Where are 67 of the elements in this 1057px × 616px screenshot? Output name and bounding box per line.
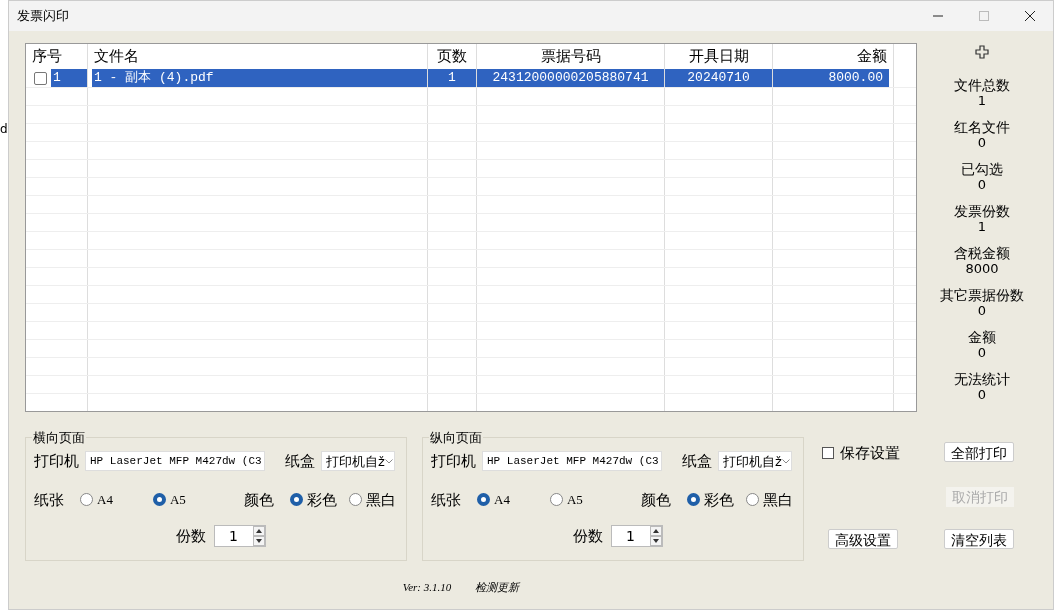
stat-label: 含税金额 xyxy=(954,245,1010,261)
stat-label: 无法统计 xyxy=(954,371,1010,387)
column-header[interactable]: 页数 xyxy=(437,44,467,67)
printer-label: 打印机 xyxy=(431,451,476,472)
tray-label: 纸盒 xyxy=(682,451,712,472)
stat-label: 金额 xyxy=(968,329,996,345)
radio-option[interactable]: 彩色 xyxy=(289,488,337,511)
radio-option[interactable]: A4 xyxy=(477,490,510,510)
printer-dropdown[interactable]: HP LaserJet MFP M427dw (C3: xyxy=(482,451,662,472)
color-label: 颜色 xyxy=(243,489,274,511)
caret-icon xyxy=(781,458,790,464)
stat-value: 0 xyxy=(977,303,987,319)
spinner-arrows-icon[interactable] xyxy=(253,526,265,547)
printer-label: 打印机 xyxy=(34,451,79,472)
color-label: 颜色 xyxy=(640,489,671,511)
table-cell: 1 - 副本 (4).pdf xyxy=(92,69,427,87)
spinner-arrows-icon[interactable] xyxy=(650,526,662,547)
table-cell: 20240710 xyxy=(665,69,772,87)
action-button[interactable]: 清空列表 xyxy=(944,529,1014,549)
column-header[interactable]: 票据号码 xyxy=(540,44,601,67)
stat-value: 0 xyxy=(977,387,987,403)
radio-option[interactable]: A4 xyxy=(80,490,113,510)
radio-option[interactable]: 彩色 xyxy=(686,488,734,511)
stat-value: 0 xyxy=(977,345,987,361)
copies-spinner[interactable]: 1 xyxy=(611,525,663,548)
column-header[interactable]: 序号 xyxy=(32,44,62,67)
radio-option[interactable]: 黑白 xyxy=(348,488,396,511)
column-header[interactable]: 开具日期 xyxy=(688,44,749,67)
save-settings-checkbox[interactable]: 保存设置 xyxy=(822,441,900,465)
table-cell: 24312000000205880741 xyxy=(477,69,664,87)
tray-label: 纸盒 xyxy=(285,451,315,472)
stat-value: 1 xyxy=(977,93,987,109)
printer-dropdown[interactable]: HP LaserJet MFP M427dw (C3: xyxy=(85,451,265,472)
update-link[interactable]: 检测更新 xyxy=(475,579,520,596)
table-cell: 8000.00 xyxy=(773,69,889,87)
paper-label: 纸张 xyxy=(34,489,65,511)
radio-option[interactable]: A5 xyxy=(549,490,583,510)
background-text: d xyxy=(0,122,8,136)
row-checkbox[interactable] xyxy=(34,71,47,85)
copies-label: 份数 xyxy=(573,526,603,547)
copies-spinner[interactable]: 1 xyxy=(214,525,266,548)
stat-label: 其它票据份数 xyxy=(940,287,1024,303)
stat-label: 红名文件 xyxy=(954,119,1010,135)
stat-value: 1 xyxy=(977,219,987,235)
close-icon[interactable] xyxy=(1025,11,1035,21)
tray-dropdown[interactable]: 打印机自ž xyxy=(321,451,395,472)
window-title: 发票闪印 xyxy=(17,7,70,26)
stat-label: 发票份数 xyxy=(954,203,1010,219)
table-cell: 1 xyxy=(51,69,87,87)
radio-option[interactable]: 黑白 xyxy=(745,488,793,511)
version-text: Ver: 3.1.10 xyxy=(402,580,452,595)
tray-dropdown[interactable]: 打印机自ž xyxy=(718,451,792,472)
paper-label: 纸张 xyxy=(431,489,462,511)
action-button[interactable]: 全部打印 xyxy=(944,442,1014,462)
caret-icon xyxy=(384,458,393,464)
add-icon[interactable] xyxy=(975,45,989,59)
stat-label: 已勾选 xyxy=(961,161,1003,177)
column-header[interactable]: 文件名 xyxy=(94,44,139,67)
stat-value: 0 xyxy=(977,135,987,151)
copies-label: 份数 xyxy=(176,526,206,547)
table-cell: 1 xyxy=(428,69,476,87)
column-header[interactable]: 金额 xyxy=(857,44,887,67)
stat-value: 8000 xyxy=(965,261,999,277)
radio-option[interactable]: A5 xyxy=(152,490,186,510)
stat-label: 文件总数 xyxy=(954,77,1010,93)
stat-value: 0 xyxy=(977,177,987,193)
action-button[interactable]: 高级设置 xyxy=(828,529,898,549)
